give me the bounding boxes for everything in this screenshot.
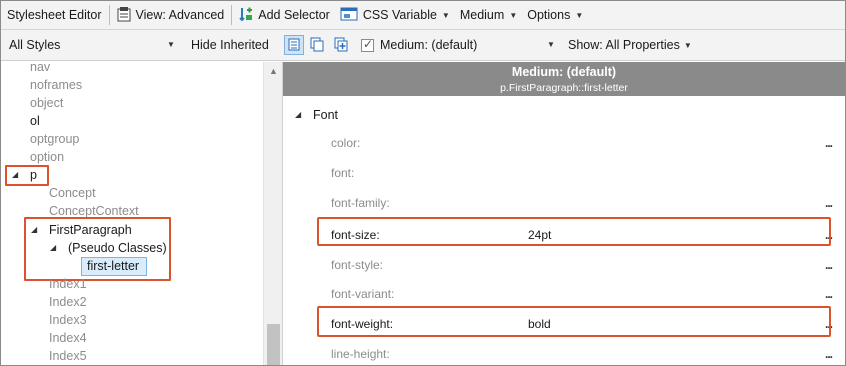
css-variable-label: CSS Variable xyxy=(362,8,437,22)
property-row-font[interactable]: font: xyxy=(321,164,831,182)
chevron-down-icon: ▼ xyxy=(509,10,518,20)
more-button[interactable]: ... xyxy=(825,345,833,363)
tree-scrollbar[interactable]: ▲ xyxy=(263,62,282,365)
tree-item[interactable]: Index5 xyxy=(49,347,87,365)
tree-item-label: ol xyxy=(30,114,40,128)
more-button[interactable]: ... xyxy=(825,194,833,212)
tree-item-label: ConceptContext xyxy=(49,204,139,218)
tree-item-label: Index1 xyxy=(49,277,87,291)
property-row-color[interactable]: color: ... xyxy=(321,134,833,152)
css-variable-icon xyxy=(340,7,358,24)
property-row-font-family[interactable]: font-family: ... xyxy=(321,194,833,212)
view-mode-button[interactable]: View: Advanced xyxy=(112,4,230,26)
tree-item-label: option xyxy=(30,150,65,164)
toolbar-separator xyxy=(108,5,110,25)
tree-item[interactable]: Index2 xyxy=(49,293,87,311)
selector-tree: nav noframes object ol optgroup option ◢… xyxy=(1,62,283,365)
view-buttons xyxy=(284,34,352,56)
filter-toolbar: All Styles ▼ Hide Inherited Medium: (def… xyxy=(1,30,845,61)
options-menu-label: Options xyxy=(527,8,571,22)
tree-item-label: optgroup xyxy=(30,132,80,146)
highlight-box xyxy=(5,165,49,186)
css-variable-menu[interactable]: CSS Variable ▼ xyxy=(335,4,455,26)
tree-item[interactable]: option xyxy=(30,148,64,166)
tree-item-label: noframes xyxy=(30,78,83,92)
add-selector-label: Add Selector xyxy=(258,8,330,22)
show-properties-menu[interactable]: Show: All Properties ▼ xyxy=(568,34,692,56)
tree-item[interactable]: Concept xyxy=(49,184,96,202)
property-name: line-height: xyxy=(331,347,390,361)
tree-item[interactable]: nav xyxy=(30,62,50,76)
medium-filter-checkbox[interactable] xyxy=(361,37,374,52)
chevron-down-icon: ▼ xyxy=(441,10,450,20)
chevron-down-icon: ▼ xyxy=(167,40,175,49)
tree-item-label: Index4 xyxy=(49,331,87,345)
collapse-triangle-icon[interactable]: ◢ xyxy=(295,106,301,124)
properties-header-selector: p.FirstParagraph::first-letter xyxy=(500,82,628,94)
add-view-icon[interactable] xyxy=(332,35,352,55)
property-row-font-style[interactable]: font-style: ... xyxy=(321,256,833,274)
highlight-box xyxy=(317,306,831,337)
property-row-line-height[interactable]: line-height: ... xyxy=(321,345,833,363)
chevron-down-icon: ▼ xyxy=(547,40,555,49)
hide-inherited-button[interactable]: Hide Inherited xyxy=(191,34,269,56)
copy-view-icon[interactable] xyxy=(308,35,328,55)
highlight-box xyxy=(317,217,831,246)
scroll-up-icon[interactable]: ▲ xyxy=(264,64,282,78)
more-button[interactable]: ... xyxy=(825,134,833,152)
tree-item[interactable]: Index1 xyxy=(49,275,87,293)
font-group-label: Font xyxy=(313,108,339,122)
main-toolbar: Stylesheet Editor View: Advanced Add Sel… xyxy=(1,1,845,30)
styles-filter-value: All Styles xyxy=(9,38,61,52)
property-row-font-variant[interactable]: font-variant: ... xyxy=(321,285,833,303)
add-selector-button[interactable]: Add Selector xyxy=(234,4,335,26)
highlight-box xyxy=(24,217,171,281)
property-name: font-family: xyxy=(331,196,390,210)
chevron-down-icon: ▼ xyxy=(575,10,584,20)
property-grid: ◢ Font color: ... font: font-family: ...… xyxy=(291,96,845,365)
medium-menu[interactable]: Medium ▼ xyxy=(455,4,522,26)
options-menu[interactable]: Options ▼ xyxy=(522,4,588,26)
tree-item-label: Index2 xyxy=(49,295,87,309)
hide-inherited-label: Hide Inherited xyxy=(191,38,269,52)
property-name: font: xyxy=(331,166,355,180)
tree-item[interactable]: ol xyxy=(30,112,40,130)
tree-item-label: object xyxy=(30,96,64,110)
scrollbar-thumb[interactable] xyxy=(267,324,280,365)
tree-item-label: Index5 xyxy=(49,349,87,363)
tree-item[interactable]: object xyxy=(30,94,63,112)
chevron-down-icon: ▼ xyxy=(683,40,692,50)
editor-title-text: Stylesheet Editor xyxy=(7,8,102,22)
toolbar-separator xyxy=(231,5,233,25)
styles-filter-select[interactable]: All Styles ▼ xyxy=(9,34,179,56)
medium-filter-value: Medium: (default) xyxy=(380,38,478,52)
properties-header-title: Medium: (default) xyxy=(511,65,617,79)
tree-item-label: Concept xyxy=(49,186,96,200)
tree-item-label: Index3 xyxy=(49,313,87,327)
show-properties-label: Show: All Properties xyxy=(568,38,680,52)
tree-item[interactable]: optgroup xyxy=(30,130,79,148)
property-name: color: xyxy=(331,136,361,150)
medium-filter-select[interactable]: Medium: (default) ▼ xyxy=(361,34,556,56)
tree-item[interactable]: Index4 xyxy=(49,329,87,347)
medium-menu-label: Medium xyxy=(459,8,505,22)
view-mode-label: View: Advanced xyxy=(135,8,225,22)
tree-item[interactable]: noframes xyxy=(30,76,82,94)
more-button[interactable]: ... xyxy=(825,256,833,274)
list-view-icon[interactable] xyxy=(284,35,304,55)
view-advanced-icon xyxy=(117,6,131,25)
add-selector-icon xyxy=(239,6,253,25)
tree-item-label: nav xyxy=(30,62,51,74)
property-name: font-variant: xyxy=(331,287,395,301)
tree-item[interactable]: Index3 xyxy=(49,311,87,329)
more-button[interactable]: ... xyxy=(825,285,833,303)
stylesheet-editor-window: Stylesheet Editor View: Advanced Add Sel… xyxy=(0,0,846,366)
property-name: font-style: xyxy=(331,258,384,272)
editor-title: Stylesheet Editor xyxy=(1,4,107,26)
